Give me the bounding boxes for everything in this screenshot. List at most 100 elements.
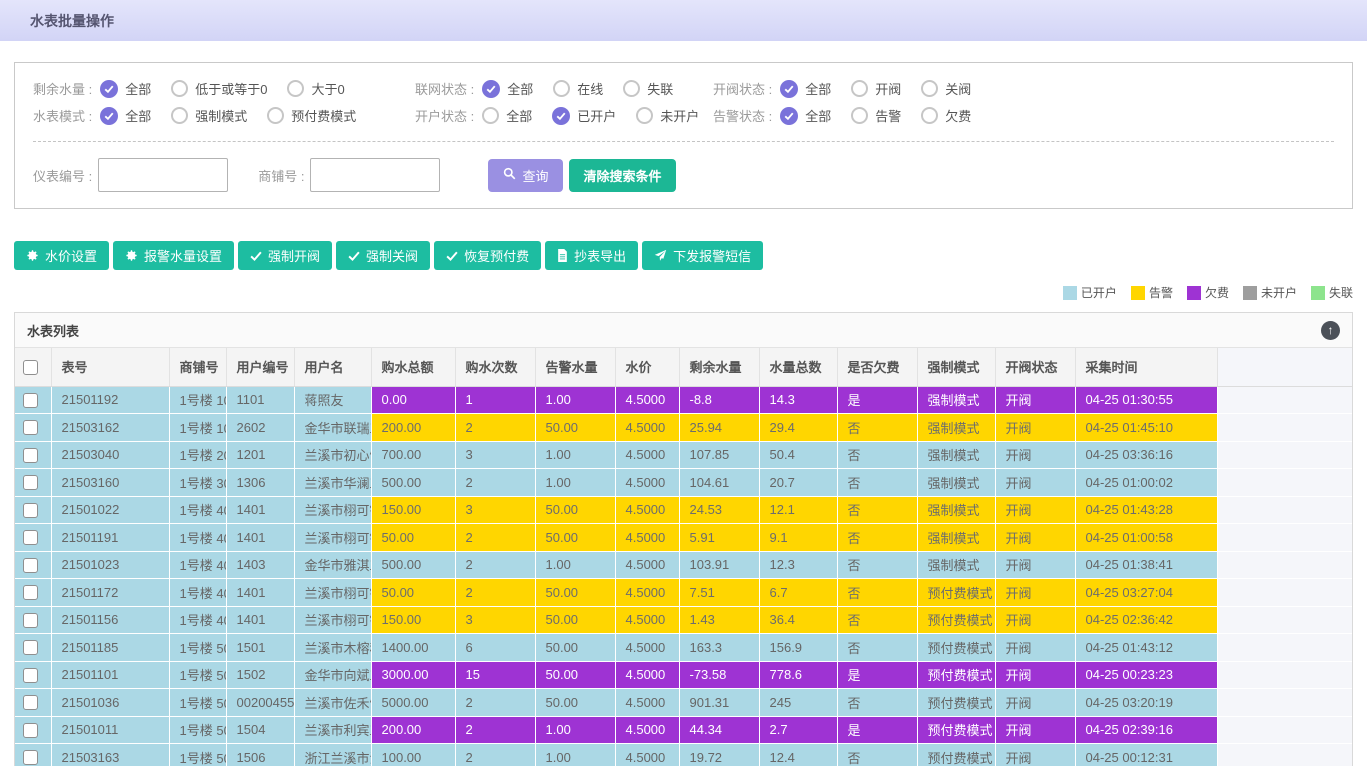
cell-is-arrears: 否	[837, 441, 917, 469]
row-checkbox[interactable]	[23, 613, 38, 628]
cell-valve-status: 开阀	[995, 441, 1075, 469]
filter-group-label: 开阀状态 :	[713, 79, 772, 98]
cell-alarm-volume: 50.00	[535, 634, 615, 662]
shop-no-input[interactable]	[310, 158, 440, 192]
table-row: 215031631号楼 5061506浙江兰溪市浩100.0021.004.50…	[15, 744, 1352, 766]
filter-group-3: 水表模式 :全部强制模式预付费模式	[33, 106, 415, 125]
cell-collect-time: 04-25 01:30:55	[1075, 386, 1217, 414]
cell-force-mode: 预付费模式	[917, 579, 995, 607]
radio-option[interactable]: 开阀	[851, 79, 901, 98]
cell-purchase-count: 2	[455, 744, 535, 766]
cell-is-arrears: 否	[837, 551, 917, 579]
row-checkbox[interactable]	[23, 503, 38, 518]
radio-checked-icon[interactable]	[780, 80, 798, 98]
row-checkbox[interactable]	[23, 750, 38, 765]
cell-purchase-total: 150.00	[371, 496, 455, 524]
legend-label: 欠费	[1205, 284, 1229, 301]
cell-total-volume: 9.1	[759, 524, 837, 552]
toolbar-button-恢复预付费[interactable]: 恢复预付费	[434, 241, 541, 270]
radio-option[interactable]: 低于或等于0	[171, 79, 267, 98]
radio-option[interactable]: 全部	[100, 106, 151, 125]
radio-option[interactable]: 全部	[780, 106, 831, 125]
radio-option[interactable]: 未开户	[636, 106, 699, 125]
cell-collect-time: 04-25 03:27:04	[1075, 579, 1217, 607]
radio-unchecked-icon[interactable]	[921, 107, 938, 124]
radio-checked-icon[interactable]	[100, 80, 118, 98]
row-checkbox[interactable]	[23, 558, 38, 573]
cell-price: 4.5000	[615, 579, 679, 607]
cell-force-mode: 强制模式	[917, 386, 995, 414]
radio-unchecked-icon[interactable]	[851, 107, 868, 124]
cell-user-no: 1401	[226, 524, 294, 552]
toolbar-button-强制开阀[interactable]: 强制开阀	[238, 241, 332, 270]
radio-option[interactable]: 欠费	[921, 106, 971, 125]
toolbar-button-下发报警短信[interactable]: 下发报警短信	[642, 241, 763, 270]
meter-no-input[interactable]	[98, 158, 228, 192]
radio-option-label: 全部	[507, 79, 533, 98]
radio-option[interactable]: 全部	[482, 106, 532, 125]
row-checkbox[interactable]	[23, 640, 38, 655]
cell-meter-no: 21503160	[51, 469, 169, 497]
radio-option[interactable]: 全部	[780, 79, 831, 98]
row-checkbox[interactable]	[23, 723, 38, 738]
select-all-checkbox[interactable]	[23, 360, 38, 375]
row-checkbox[interactable]	[23, 475, 38, 490]
radio-checked-icon[interactable]	[100, 107, 118, 125]
radio-unchecked-icon[interactable]	[623, 80, 640, 97]
cell-purchase-count: 2	[455, 579, 535, 607]
cell-shop-no: 1号楼 403	[169, 551, 226, 579]
radio-unchecked-icon[interactable]	[267, 107, 284, 124]
collapse-up-button[interactable]: ↑	[1321, 321, 1340, 340]
cell-force-mode: 强制模式	[917, 524, 995, 552]
radio-option[interactable]: 全部	[482, 79, 533, 98]
radio-option[interactable]: 大于0	[287, 79, 344, 98]
radio-checked-icon[interactable]	[482, 80, 500, 98]
clear-search-button[interactable]: 清除搜索条件	[569, 159, 675, 192]
cell-purchase-count: 3	[455, 606, 535, 634]
toolbar-button-抄表导出[interactable]: 抄表导出	[545, 241, 638, 270]
radio-unchecked-icon[interactable]	[851, 80, 868, 97]
gear-icon	[125, 249, 138, 262]
table-row: 215011921号楼 1011101蒋照友0.0011.004.5000-8.…	[15, 386, 1352, 414]
row-checkbox[interactable]	[23, 695, 38, 710]
row-checkbox[interactable]	[23, 530, 38, 545]
radio-unchecked-icon[interactable]	[636, 107, 653, 124]
radio-option[interactable]: 预付费模式	[267, 106, 356, 125]
row-checkbox[interactable]	[23, 420, 38, 435]
row-checkbox[interactable]	[23, 448, 38, 463]
toolbar-button-强制关阀[interactable]: 强制关阀	[336, 241, 430, 270]
cell-price: 4.5000	[615, 524, 679, 552]
cell-purchase-total: 200.00	[371, 716, 455, 744]
radio-option[interactable]: 全部	[100, 79, 151, 98]
row-checkbox[interactable]	[23, 393, 38, 408]
radio-option[interactable]: 关阀	[921, 79, 971, 98]
cell-purchase-count: 15	[455, 661, 535, 689]
cell-force-mode: 强制模式	[917, 441, 995, 469]
cell-force-mode: 强制模式	[917, 469, 995, 497]
radio-option[interactable]: 在线	[553, 79, 603, 98]
cell-user-name: 金华市雅淇工	[294, 551, 371, 579]
radio-unchecked-icon[interactable]	[171, 107, 188, 124]
toolbar-button-水价设置[interactable]: 水价设置	[14, 241, 109, 270]
radio-unchecked-icon[interactable]	[287, 80, 304, 97]
radio-unchecked-icon[interactable]	[171, 80, 188, 97]
col-header-alarm-volume: 告警水量	[535, 348, 615, 386]
radio-option[interactable]: 告警	[851, 106, 901, 125]
radio-checked-icon[interactable]	[780, 107, 798, 125]
radio-unchecked-icon[interactable]	[921, 80, 938, 97]
row-checkbox[interactable]	[23, 668, 38, 683]
radio-unchecked-icon[interactable]	[482, 107, 499, 124]
query-button[interactable]: 查询	[488, 159, 563, 192]
row-checkbox[interactable]	[23, 585, 38, 600]
cell-remaining-volume: 7.51	[679, 579, 759, 607]
radio-checked-icon[interactable]	[552, 107, 570, 125]
radio-option[interactable]: 强制模式	[171, 106, 247, 125]
filter-group-label: 联网状态 :	[415, 79, 474, 98]
cell-user-no: 2602	[226, 414, 294, 442]
cell-meter-no: 21501036	[51, 689, 169, 717]
toolbar-button-报警水量设置[interactable]: 报警水量设置	[113, 241, 234, 270]
radio-option-label: 关阀	[945, 79, 971, 98]
radio-option[interactable]: 已开户	[552, 106, 616, 125]
radio-unchecked-icon[interactable]	[553, 80, 570, 97]
radio-option[interactable]: 失联	[623, 79, 673, 98]
